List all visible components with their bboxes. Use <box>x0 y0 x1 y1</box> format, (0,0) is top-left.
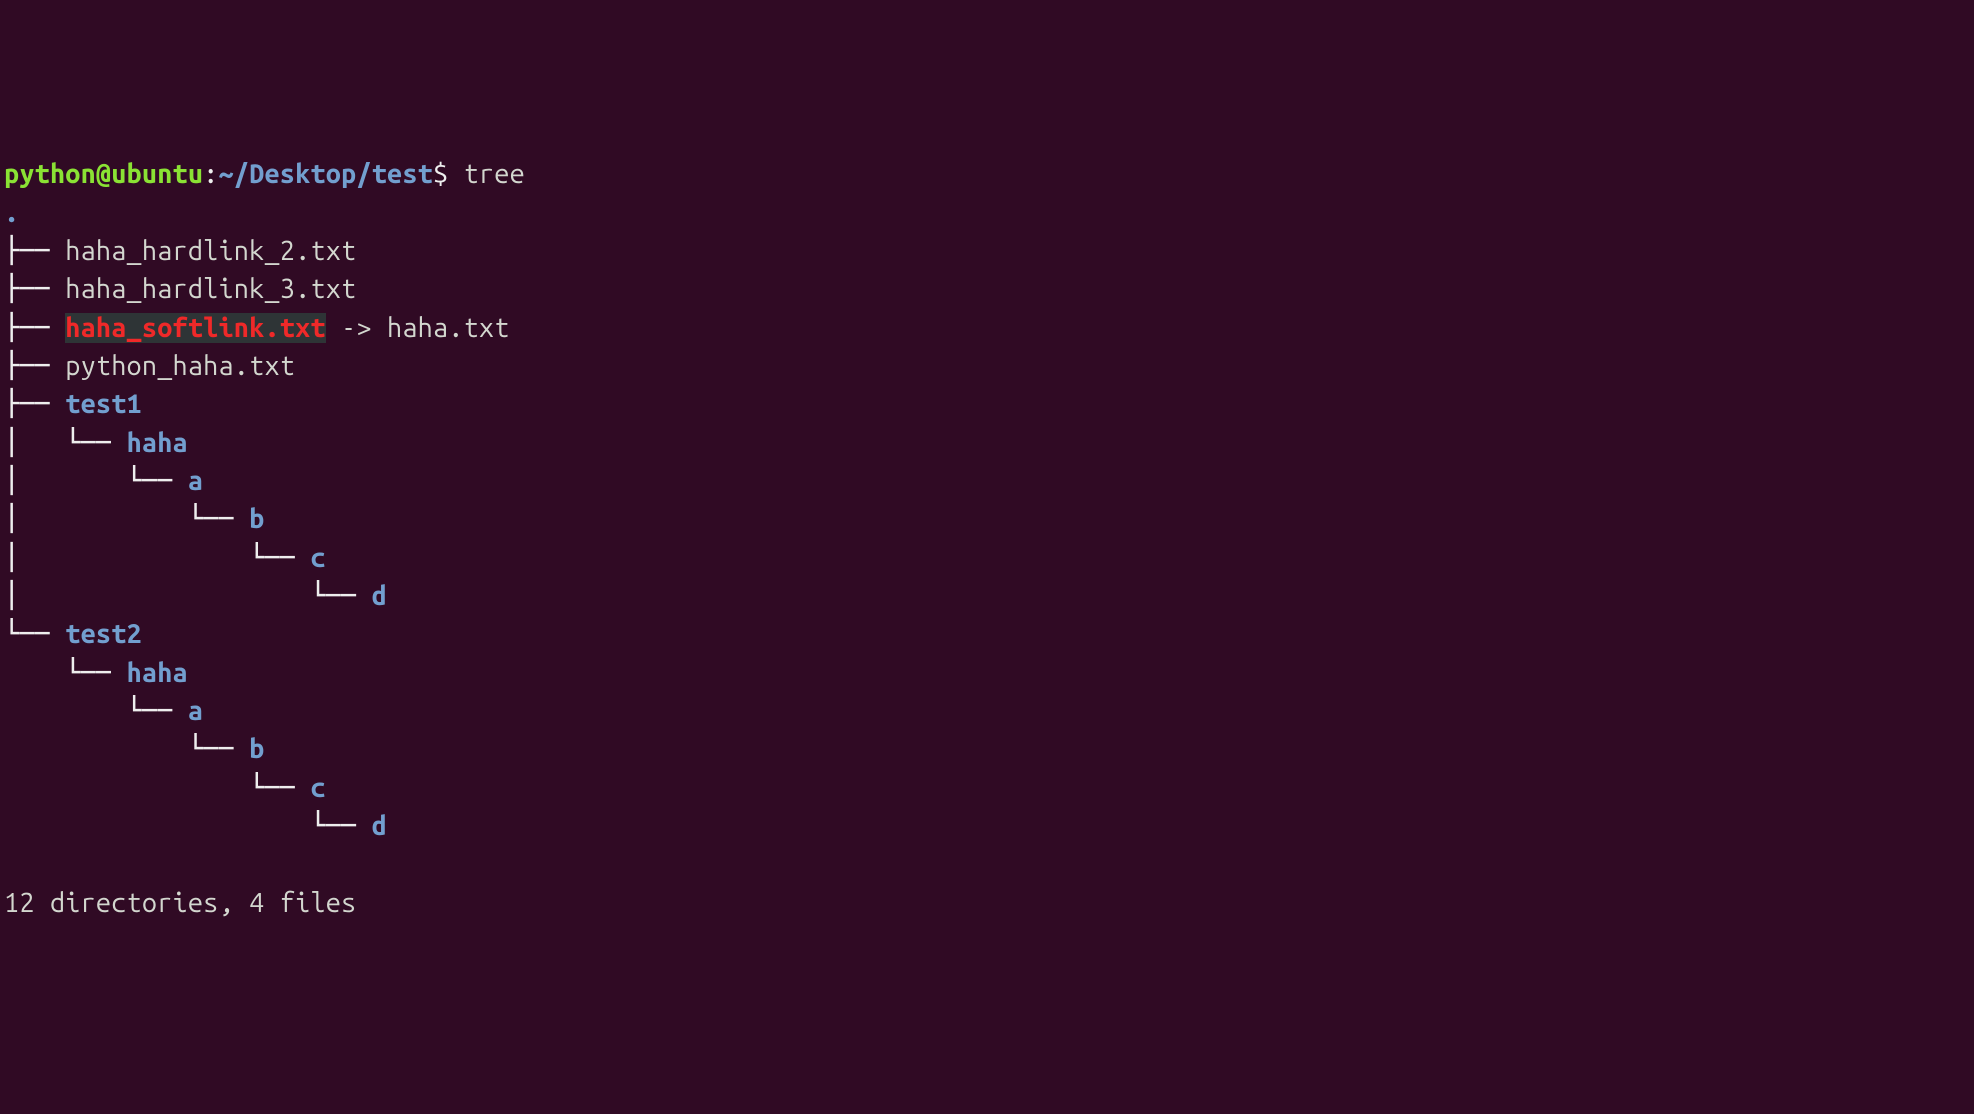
tree-dir: haha <box>127 658 188 688</box>
tree-dir: b <box>249 734 264 764</box>
tree-dir: c <box>310 543 325 573</box>
tree-row: │ └── a <box>4 462 1970 500</box>
tree-dir: c <box>310 773 325 803</box>
tree-branch: ├── <box>4 351 65 381</box>
prompt-path: ~/Desktop/test <box>219 159 433 189</box>
tree-row: └── d <box>4 807 1970 845</box>
prompt-user: python@ubuntu <box>4 159 203 189</box>
tree-dir: test2 <box>65 619 142 649</box>
tree-branch: └── <box>4 658 127 688</box>
tree-branch: └── <box>4 811 372 841</box>
tree-row: └── test2 <box>4 615 1970 653</box>
tree-row: ├── haha_softlink.txt -> haha.txt <box>4 309 1970 347</box>
tree-dir: b <box>249 504 264 534</box>
tree-dir: d <box>372 811 387 841</box>
link-arrow: -> <box>326 313 387 343</box>
tree-branch: │ └── <box>4 504 249 534</box>
tree-broken-link: haha_softlink.txt <box>65 313 325 343</box>
tree-dir: a <box>188 696 203 726</box>
tree-branch: ├── <box>4 313 65 343</box>
tree-row: ├── python_haha.txt <box>4 347 1970 385</box>
tree-branch: └── <box>4 773 310 803</box>
tree-branch: │ └── <box>4 466 188 496</box>
tree-row: ├── test1 <box>4 385 1970 423</box>
terminal[interactable]: python@ubuntu:~/Desktop/test$ tree. ├── h… <box>4 155 1970 922</box>
tree-row: └── b <box>4 730 1970 768</box>
tree-branch: ├── <box>4 236 65 266</box>
tree-row: ├── haha_hardlink_3.txt <box>4 270 1970 308</box>
tree-branch: └── <box>4 619 65 649</box>
tree-dir: haha <box>127 428 188 458</box>
tree-summary-text: 12 directories, 4 files <box>4 888 356 918</box>
tree-branch: └── <box>4 696 188 726</box>
tree-file: python_haha.txt <box>65 351 295 381</box>
tree-branch: │ └── <box>4 581 372 611</box>
tree-root-dot: . <box>4 198 19 228</box>
tree-branch: ├── <box>4 274 65 304</box>
tree-branch: │ └── <box>4 428 127 458</box>
prompt-sigil: $ <box>433 159 464 189</box>
tree-dir: test1 <box>65 389 142 419</box>
tree-dir: a <box>188 466 203 496</box>
tree-row: └── haha <box>4 654 1970 692</box>
prompt-line: python@ubuntu:~/Desktop/test$ tree <box>4 155 1970 193</box>
tree-branch: │ └── <box>4 543 310 573</box>
tree-file: haha_hardlink_3.txt <box>65 274 356 304</box>
tree-branch: └── <box>4 734 249 764</box>
link-target: haha.txt <box>387 313 510 343</box>
blank-line <box>4 845 1970 883</box>
tree-row: │ └── d <box>4 577 1970 615</box>
tree-row: │ └── c <box>4 539 1970 577</box>
tree-root: . <box>4 194 1970 232</box>
prompt-cmd: tree <box>464 159 525 189</box>
tree-row: └── a <box>4 692 1970 730</box>
tree-branch: ├── <box>4 389 65 419</box>
tree-row: │ └── haha <box>4 424 1970 462</box>
tree-file: haha_hardlink_2.txt <box>65 236 356 266</box>
tree-row: └── c <box>4 769 1970 807</box>
prompt-sep: : <box>203 159 218 189</box>
tree-row: ├── haha_hardlink_2.txt <box>4 232 1970 270</box>
tree-dir: d <box>372 581 387 611</box>
tree-row: │ └── b <box>4 500 1970 538</box>
tree-summary: 12 directories, 4 files <box>4 884 1970 922</box>
